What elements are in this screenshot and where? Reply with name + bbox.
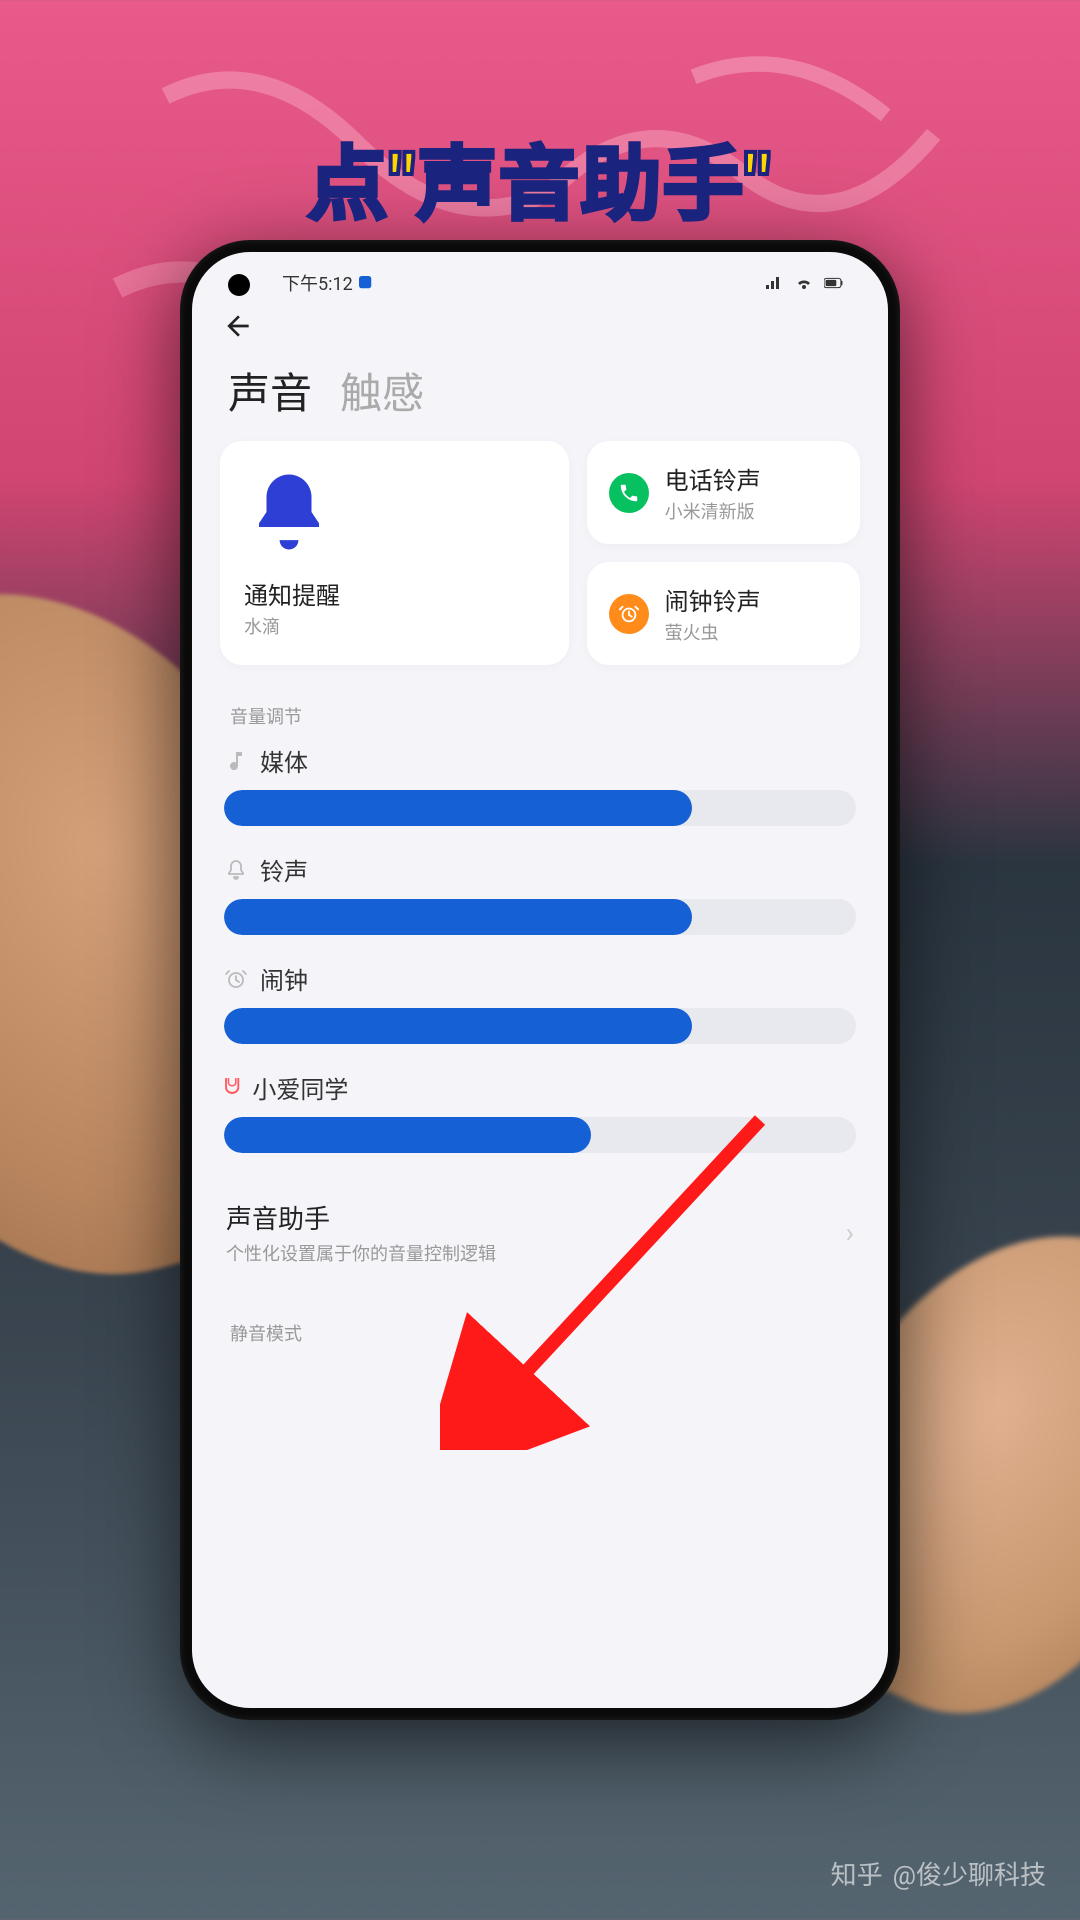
slider-label-text: 小爱同学 xyxy=(252,1070,348,1105)
alarm-clock-icon xyxy=(618,603,640,625)
xiaoai-logo-icon: ᕰ xyxy=(224,1075,240,1100)
slider-xiaoai: ᕰ 小爱同学 xyxy=(224,1070,856,1153)
slider-track[interactable] xyxy=(224,790,856,826)
card-subtitle: 小米清新版 xyxy=(665,498,761,524)
arrow-left-icon xyxy=(222,310,254,342)
back-button[interactable] xyxy=(192,304,888,352)
card-subtitle: 水滴 xyxy=(244,613,545,639)
slider-label-text: 媒体 xyxy=(260,743,308,778)
bell-outline-icon xyxy=(224,858,248,882)
phone-icon xyxy=(618,482,640,504)
card-title: 通知提醒 xyxy=(244,576,545,611)
card-alarm-ringtone[interactable]: 闹钟铃声 萤火虫 xyxy=(587,562,860,665)
chevron-right-icon: › xyxy=(846,1216,854,1249)
phone-screen: 下午5:12 声音 触感 通知提醒 水滴 xyxy=(192,252,888,1708)
slider-media: 媒体 xyxy=(224,743,856,826)
wifi-icon xyxy=(794,275,814,291)
card-phone-ringtone[interactable]: 电话铃声 小米清新版 xyxy=(587,441,860,544)
tab-touch[interactable]: 触感 xyxy=(340,360,424,421)
slider-ringtone: 铃声 xyxy=(224,852,856,935)
watermark: 知乎 @俊少聊科技 xyxy=(831,1855,1046,1892)
status-bar: 下午5:12 xyxy=(192,252,888,304)
status-indicator-icon xyxy=(359,276,373,290)
bell-icon xyxy=(244,467,334,557)
card-title: 闹钟铃声 xyxy=(665,582,761,617)
slider-track[interactable] xyxy=(224,1117,856,1153)
instruction-caption: 点"声音助手" xyxy=(308,120,773,236)
section-header-mute: 静音模式 xyxy=(192,1312,888,1360)
slider-fill xyxy=(224,1008,692,1044)
music-note-icon xyxy=(224,749,248,773)
sound-cards-row: 通知提醒 水滴 电话铃声 小米清新版 xyxy=(192,441,888,665)
card-subtitle: 萤火虫 xyxy=(665,619,761,645)
watermark-author: @俊少聊科技 xyxy=(893,1855,1046,1892)
slider-alarm: 闹钟 xyxy=(224,961,856,1044)
slider-fill xyxy=(224,1117,591,1153)
volume-sliders: 媒体 铃声 闹钟 xyxy=(192,743,888,1153)
camera-punch-hole xyxy=(228,274,250,296)
slider-label-text: 闹钟 xyxy=(260,961,308,996)
card-title: 电话铃声 xyxy=(665,461,761,496)
alarm-outline-icon xyxy=(224,967,248,991)
slider-fill xyxy=(224,790,692,826)
battery-icon xyxy=(824,275,844,291)
tab-sound[interactable]: 声音 xyxy=(228,360,312,421)
slider-fill xyxy=(224,899,692,935)
signal-icon xyxy=(764,275,784,291)
section-header-volume: 音量调节 xyxy=(192,695,888,743)
list-item-title: 声音助手 xyxy=(226,1199,496,1236)
watermark-site: 知乎 xyxy=(831,1855,883,1892)
sound-assistant-item[interactable]: 声音助手 个性化设置属于你的音量控制逻辑 › xyxy=(192,1179,888,1282)
slider-track[interactable] xyxy=(224,1008,856,1044)
slider-track[interactable] xyxy=(224,899,856,935)
phone-frame: 下午5:12 声音 触感 通知提醒 水滴 xyxy=(180,240,900,1720)
page-tabs: 声音 触感 xyxy=(192,352,888,441)
list-item-subtitle: 个性化设置属于你的音量控制逻辑 xyxy=(226,1240,496,1266)
card-notification-sound[interactable]: 通知提醒 水滴 xyxy=(220,441,569,665)
status-time: 下午5:12 xyxy=(282,270,353,296)
slider-label-text: 铃声 xyxy=(260,852,308,887)
